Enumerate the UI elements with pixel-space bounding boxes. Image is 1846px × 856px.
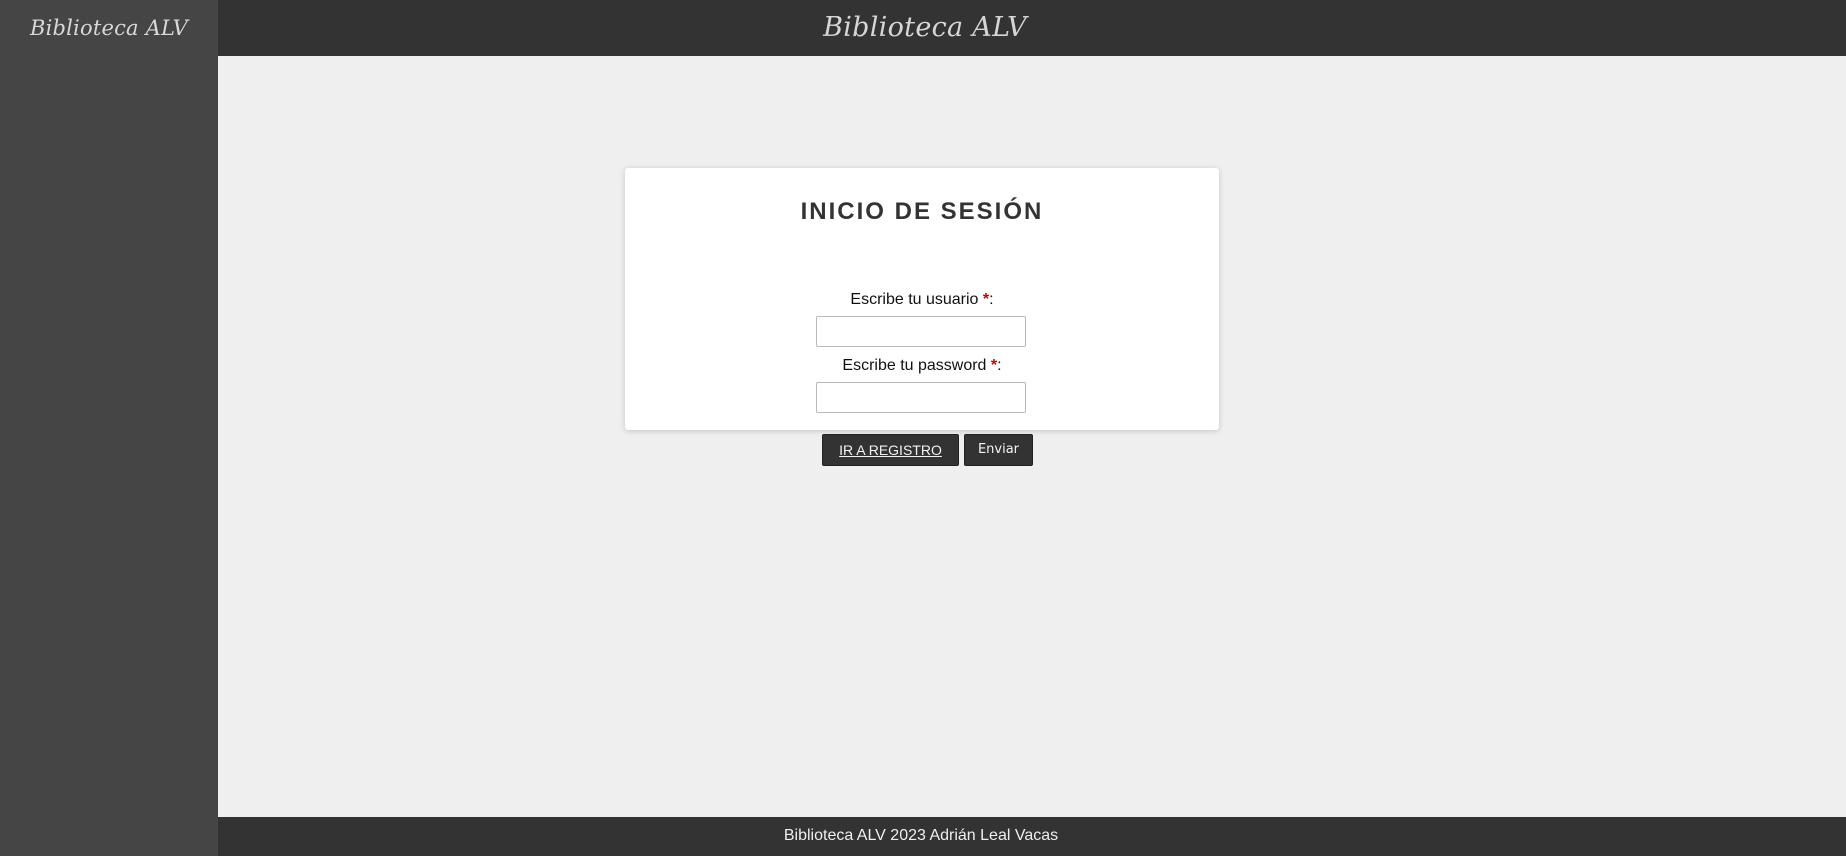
footer-text: Biblioteca ALV 2023 Adrián Leal Vacas <box>783 827 1059 844</box>
header-title: Biblioteca ALV <box>823 12 1027 43</box>
password-label: Escribe tu password *: <box>625 357 1219 375</box>
submit-button[interactable]: Enviar <box>964 434 1033 466</box>
login-title: INICIO DE SESIÓN <box>800 198 1044 225</box>
username-input[interactable] <box>816 316 1026 347</box>
label-colon: : <box>997 357 1002 374</box>
password-label-text: Escribe tu password <box>842 357 991 374</box>
footer: Biblioteca ALV 2023 Adrián Leal Vacas <box>218 817 1846 856</box>
label-colon: : <box>989 291 994 308</box>
sidebar: Biblioteca ALV <box>0 0 218 856</box>
header-bar: Biblioteca ALV <box>218 0 1846 56</box>
login-card: INICIO DE SESIÓN Escribe tu usuario *: E… <box>625 168 1219 466</box>
username-label: Escribe tu usuario *: <box>625 291 1219 309</box>
main-content: INICIO DE SESIÓN Escribe tu usuario *: E… <box>218 56 1846 817</box>
password-input[interactable] <box>816 382 1026 413</box>
go-to-register-button[interactable]: IR A REGISTRO <box>822 434 959 466</box>
sidebar-brand-logo[interactable]: Biblioteca ALV <box>0 16 218 40</box>
username-label-text: Escribe tu usuario <box>850 291 983 308</box>
